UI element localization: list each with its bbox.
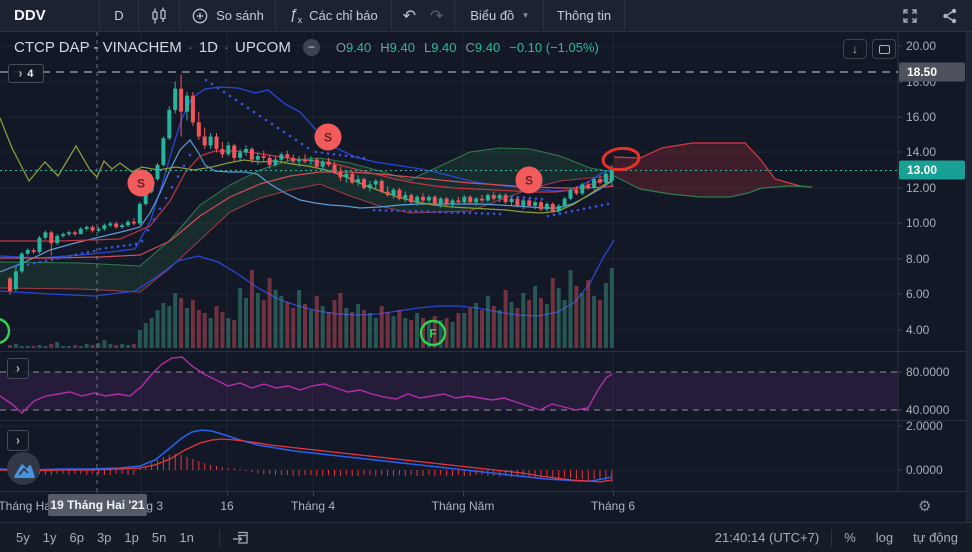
legend-interval[interactable]: 1D — [199, 39, 218, 56]
ichimoku-cloud — [0, 142, 813, 293]
plus-circle-icon — [192, 8, 208, 23]
legend-hide-button[interactable]: − — [302, 39, 320, 56]
svg-text:18.50: 18.50 — [907, 65, 937, 79]
fullscreen-icon — [903, 8, 917, 23]
mountain-chart-icon — [13, 463, 35, 478]
interval-button[interactable]: D — [100, 0, 138, 31]
svg-text:12.00: 12.00 — [906, 181, 936, 195]
svg-text:20.00: 20.00 — [906, 39, 936, 53]
svg-text:13.00: 13.00 — [907, 163, 937, 177]
svg-text:6.00: 6.00 — [906, 287, 930, 301]
svg-text:2.0000: 2.0000 — [906, 419, 943, 433]
time-axis[interactable]: 19 Tháng Hai '21 Tháng HaiTháng 316Tháng… — [0, 491, 966, 523]
range-5y-button[interactable]: 5y — [16, 530, 30, 545]
range-1d-button[interactable]: 1n — [179, 530, 193, 545]
chart-legend: CTCP DAP - VINACHEM · 1D · UPCOM − O9.40… — [14, 39, 599, 56]
chart-style-button[interactable] — [139, 0, 179, 31]
svg-text:16.00: 16.00 — [906, 110, 936, 124]
svg-text:4.00: 4.00 — [906, 323, 930, 337]
time-axis-tick — [227, 492, 228, 496]
move-pane-down-button[interactable]: ↓ — [843, 39, 867, 59]
fx-icon: ƒx — [289, 6, 303, 25]
panel2-collapse-button[interactable]: › — [7, 358, 29, 379]
svg-text:8.00: 8.00 — [906, 252, 930, 266]
logo-watermark — [7, 452, 40, 485]
svg-text:S: S — [324, 131, 332, 145]
share-icon — [943, 8, 957, 23]
candlestick-icon — [152, 7, 166, 23]
log-scale-button[interactable]: log — [876, 530, 893, 545]
toolbar-divider — [218, 528, 220, 547]
svg-text:40.0000: 40.0000 — [906, 403, 950, 417]
right-panel-handle[interactable] — [966, 32, 972, 522]
range-3m-button[interactable]: 3p — [97, 530, 111, 545]
range-1y-button[interactable]: 1y — [43, 530, 57, 545]
bottom-toolbar: 5y 1y 6p 3p 1p 5n 1n 21:40:14 (UTC+7) % … — [0, 522, 972, 552]
svg-text:S: S — [137, 177, 145, 191]
arrow-down-icon: ↓ — [852, 42, 858, 56]
compare-button[interactable]: So sánh — [180, 0, 275, 31]
svg-text:80.0000: 80.0000 — [906, 365, 950, 379]
flag-marker — [0, 318, 11, 344]
time-axis-label: 16 — [220, 499, 234, 513]
chart-canvas[interactable]: SSSF20.0018.0016.0014.0012.0010.008.006.… — [0, 32, 972, 491]
svg-text:10.00: 10.00 — [906, 216, 936, 230]
symbol-button[interactable]: DDV — [0, 0, 99, 31]
ohlc-values: O9.40 H9.40 L9.40 C9.40 −0.10 (−1.05%) — [335, 40, 599, 55]
chevron-down-icon: ▾ — [523, 10, 528, 20]
svg-text:0.0000: 0.0000 — [906, 463, 943, 477]
time-axis-label: Tháng 4 — [290, 499, 336, 513]
maximize-pane-button[interactable] — [872, 39, 896, 59]
svg-text:14.00: 14.00 — [906, 145, 936, 159]
redo-button[interactable]: ↷ — [430, 6, 443, 26]
chevron-right-icon: › — [16, 433, 20, 448]
main-pane-collapse-button[interactable]: › 4 — [8, 64, 44, 83]
legend-exchange[interactable]: UPCOM — [235, 39, 291, 56]
percent-scale-button[interactable]: % — [844, 530, 856, 545]
calendar-arrow-icon — [232, 531, 248, 544]
auto-scale-button[interactable]: tự động — [913, 530, 958, 545]
goto-date-button[interactable] — [232, 528, 251, 547]
high-value: 9.40 — [389, 40, 415, 55]
open-value: 9.40 — [345, 40, 372, 55]
chevron-right-icon: › — [18, 66, 23, 81]
close-value: 9.40 — [474, 40, 501, 55]
maximize-icon — [878, 44, 890, 54]
info-button[interactable]: Thông tin — [544, 0, 624, 31]
rsi-band — [0, 371, 898, 411]
time-axis-tick — [463, 492, 464, 496]
low-value: 9.40 — [431, 40, 457, 55]
time-axis-tick — [613, 492, 614, 496]
chevron-right-icon: › — [16, 361, 20, 376]
time-axis-label: Tháng Hai — [0, 499, 54, 513]
gear-icon[interactable]: ⚙ — [918, 497, 931, 515]
range-1m-button[interactable]: 1p — [124, 530, 138, 545]
symbol-title[interactable]: CTCP DAP - VINACHEM — [14, 39, 182, 56]
panel3-collapse-button[interactable]: › — [7, 430, 29, 451]
chart-menu-button[interactable]: Biểu đồ ▾ — [455, 0, 543, 31]
hidden-indicators-count: 4 — [27, 67, 34, 80]
gridlines — [0, 32, 898, 491]
clock-label[interactable]: 21:40:14 (UTC+7) — [715, 530, 819, 545]
change-value: −0.10 (−1.05%) — [509, 40, 599, 55]
crosshair-date-tooltip: 19 Tháng Hai '21 — [48, 494, 147, 516]
share-button[interactable] — [928, 0, 972, 31]
fullscreen-button[interactable] — [892, 0, 928, 31]
time-axis-label: Tháng Năm — [431, 499, 495, 513]
indicators-button[interactable]: ƒx Các chỉ báo — [276, 0, 391, 31]
time-axis-label: Tháng 6 — [590, 499, 636, 513]
range-6m-button[interactable]: 6p — [69, 530, 83, 545]
top-toolbar: DDV D So sánh ƒx Các chỉ báo ↶ ↷ Biểu đồ… — [0, 0, 972, 32]
svg-text:F: F — [429, 327, 436, 341]
toolbar-divider — [831, 528, 833, 547]
svg-text:S: S — [525, 174, 533, 188]
minus-icon: − — [307, 40, 315, 54]
undo-button[interactable]: ↶ — [403, 6, 416, 26]
time-axis-tick — [313, 492, 314, 496]
price-axis[interactable]: 20.0018.0016.0014.0012.0010.008.006.004.… — [897, 32, 965, 491]
range-5d-button[interactable]: 5n — [152, 530, 166, 545]
